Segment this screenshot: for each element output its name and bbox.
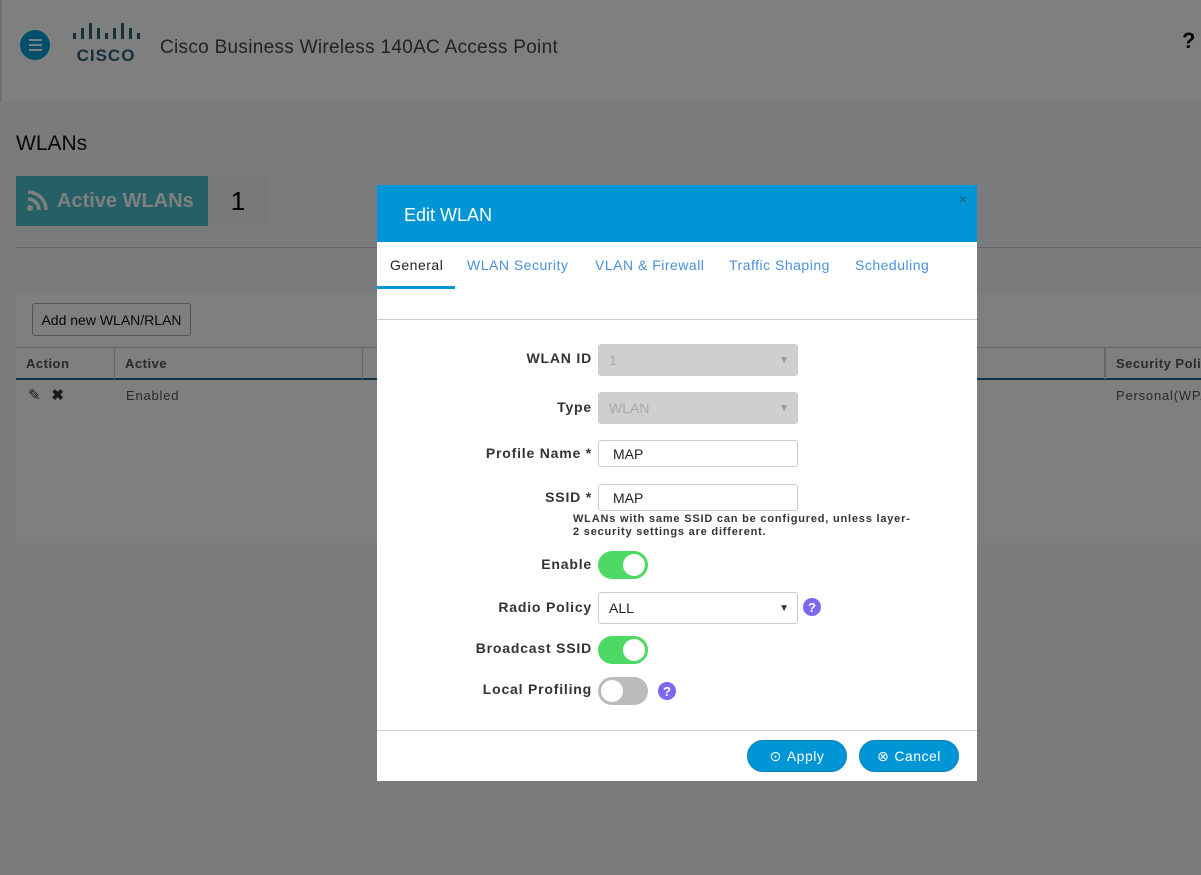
broadcast-ssid-toggle[interactable] bbox=[598, 636, 648, 664]
local-profiling-label: Local Profiling bbox=[482, 681, 592, 697]
profile-name-input[interactable]: MAP bbox=[598, 440, 798, 467]
ssid-input[interactable]: MAP bbox=[598, 484, 798, 511]
active-tab-indicator bbox=[377, 286, 455, 289]
tab-traffic-shaping[interactable]: Traffic Shaping bbox=[729, 257, 830, 273]
broadcast-ssid-label: Broadcast SSID bbox=[475, 640, 592, 656]
dialog-tabs: General WLAN Security VLAN & Firewall Tr… bbox=[377, 257, 977, 290]
apply-label: Apply bbox=[786, 748, 825, 764]
dialog-title: Edit WLAN bbox=[404, 205, 493, 225]
tab-vlan-firewall[interactable]: VLAN & Firewall bbox=[595, 257, 704, 273]
local-profiling-toggle[interactable] bbox=[598, 677, 648, 705]
tab-scheduling[interactable]: Scheduling bbox=[855, 257, 929, 273]
chevron-down-icon: ▼ bbox=[779, 402, 789, 414]
tab-wlan-security[interactable]: WLAN Security bbox=[467, 257, 568, 273]
x-circle-icon: ⊗ bbox=[877, 747, 890, 764]
divider bbox=[377, 730, 977, 731]
edit-wlan-dialog: Edit WLAN × General WLAN Security VLAN &… bbox=[377, 185, 977, 781]
close-icon[interactable]: × bbox=[959, 191, 967, 207]
help-icon[interactable]: ? bbox=[803, 598, 821, 616]
radio-policy-select[interactable]: ALL ▼ bbox=[598, 592, 798, 624]
chevron-down-icon: ▼ bbox=[779, 354, 789, 366]
chevron-down-icon: ▼ bbox=[779, 602, 789, 614]
radio-policy-label: Radio Policy bbox=[498, 599, 592, 615]
dialog-header: Edit WLAN × bbox=[377, 185, 977, 242]
ssid-label: SSID * bbox=[545, 489, 592, 505]
enable-label: Enable bbox=[541, 556, 592, 572]
check-circle-icon: ⊙ bbox=[769, 747, 782, 764]
apply-button[interactable]: ⊙ Apply bbox=[747, 740, 847, 772]
divider bbox=[377, 319, 977, 320]
wlan-id-label: WLAN ID bbox=[526, 350, 592, 366]
tab-general[interactable]: General bbox=[390, 257, 443, 273]
radio-policy-value: ALL bbox=[609, 600, 634, 616]
cancel-label: Cancel bbox=[894, 748, 941, 764]
cancel-button[interactable]: ⊗ Cancel bbox=[859, 740, 959, 772]
ssid-hint: WLANs with same SSID can be configured, … bbox=[573, 513, 911, 538]
type-select: WLAN ▼ bbox=[598, 392, 798, 424]
wlan-id-select: 1 ▼ bbox=[598, 344, 798, 376]
type-value: WLAN bbox=[609, 400, 650, 416]
wlan-id-value: 1 bbox=[609, 352, 617, 368]
profile-name-label: Profile Name * bbox=[485, 445, 592, 461]
enable-toggle[interactable] bbox=[598, 551, 648, 579]
help-icon[interactable]: ? bbox=[658, 682, 676, 700]
type-label: Type bbox=[557, 399, 592, 415]
